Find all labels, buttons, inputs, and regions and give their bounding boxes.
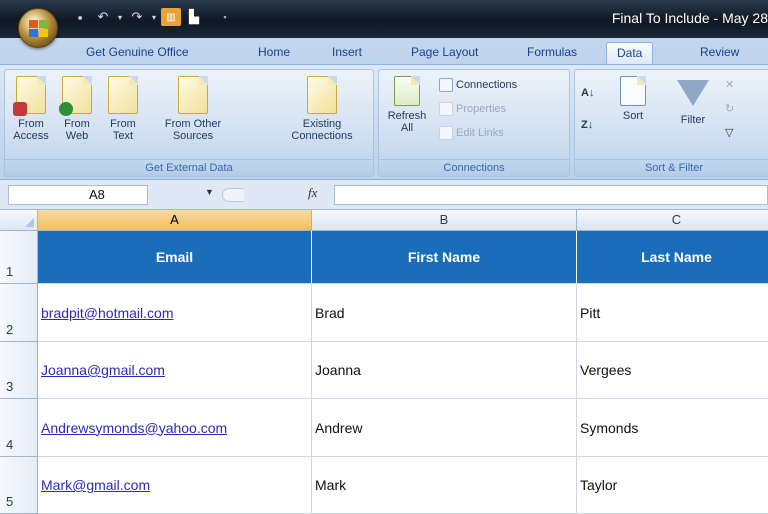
cell-email[interactable]: Mark@gmail.com xyxy=(38,457,312,514)
tab-insert[interactable]: Insert xyxy=(332,42,362,64)
formula-bar-resize-handle[interactable] xyxy=(222,188,244,202)
refresh-icon xyxy=(394,76,420,106)
from-web-icon xyxy=(59,76,92,116)
from-web-button[interactable]: From Web xyxy=(55,76,99,142)
table-row: 4 Andrewsymonds@yahoo.com Andrew Symonds xyxy=(0,399,768,457)
filter-button[interactable]: Filter xyxy=(671,76,715,126)
clear-filter-icon[interactable]: ✕ xyxy=(725,76,734,94)
column-header-b[interactable]: B xyxy=(312,210,577,230)
from-other-sources-button[interactable]: From Other Sources xyxy=(145,76,241,142)
row-header[interactable]: 3 xyxy=(0,342,38,399)
undo-dropdown-icon[interactable]: ▾ xyxy=(116,8,124,26)
ribbon: From Access From Web From Text From Othe… xyxy=(0,64,768,180)
from-text-button[interactable]: From Text xyxy=(101,76,145,142)
formula-input[interactable] xyxy=(334,185,768,205)
sort-z-to-a-icon[interactable]: Z↓ xyxy=(581,116,593,134)
connections-icon xyxy=(439,78,453,93)
properties-button[interactable]: Properties xyxy=(439,100,506,118)
row-header[interactable]: 5 xyxy=(0,457,38,514)
cell-last-name[interactable]: Symonds xyxy=(577,399,768,457)
cell-email[interactable]: Andrewsymonds@yahoo.com xyxy=(38,399,312,457)
select-all-corner[interactable] xyxy=(0,210,38,230)
tab-review[interactable]: Review xyxy=(700,42,739,64)
cell-email[interactable]: Joanna@gmail.com xyxy=(38,342,312,399)
group-label-connections: Connections xyxy=(379,159,569,176)
group-label-sort-filter: Sort & Filter xyxy=(575,159,768,176)
save-icon[interactable]: ▪ xyxy=(70,8,90,26)
table-row: 5 Mark@gmail.com Mark Taylor xyxy=(0,457,768,514)
cell-email[interactable]: bradpit@hotmail.com xyxy=(38,284,312,342)
cell-first-name[interactable]: Joanna xyxy=(312,342,577,399)
row-header[interactable]: 1 xyxy=(0,231,38,284)
quick-access-toolbar: ▪ ↶ ▾ ↷ ▾ ▥ ▙ ▪ xyxy=(70,6,231,28)
row-header[interactable]: 2 xyxy=(0,284,38,342)
redo-dropdown-icon[interactable]: ▾ xyxy=(150,8,158,26)
refresh-all-button[interactable]: Refresh All xyxy=(383,76,431,134)
ribbon-tabs: Get Genuine Office Home Insert Page Layo… xyxy=(0,38,768,64)
cell-last-name-header[interactable]: Last Name xyxy=(577,231,768,284)
title-bar: ▪ ↶ ▾ ↷ ▾ ▥ ▙ ▪ Final To Include - May 2… xyxy=(0,0,768,38)
cell-last-name[interactable]: Taylor xyxy=(577,457,768,514)
sort-icon xyxy=(620,76,646,106)
insert-function-button[interactable]: fx xyxy=(308,185,317,201)
column-header-c[interactable]: C xyxy=(577,210,768,230)
edit-links-icon xyxy=(439,126,453,141)
sort-button[interactable]: Sort xyxy=(611,76,655,122)
from-other-sources-icon xyxy=(178,76,208,114)
group-connections: Refresh All Connections Properties Edit … xyxy=(378,69,570,177)
name-box[interactable]: A8 xyxy=(8,185,148,205)
tab-data[interactable]: Data xyxy=(606,42,654,64)
cell-first-name-header[interactable]: First Name xyxy=(312,231,577,284)
cell-last-name[interactable]: Pitt xyxy=(577,284,768,342)
tab-page-layout[interactable]: Page Layout xyxy=(411,42,478,64)
document-icon[interactable]: ▙ xyxy=(184,8,204,26)
row-header[interactable]: 4 xyxy=(0,399,38,457)
chart-icon[interactable]: ▥ xyxy=(161,8,181,26)
name-box-dropdown-icon[interactable]: ▼ xyxy=(205,187,214,197)
group-get-external-data: From Access From Web From Text From Othe… xyxy=(4,69,374,177)
column-header-a[interactable]: A xyxy=(38,210,312,230)
cell-first-name[interactable]: Andrew xyxy=(312,399,577,457)
filter-funnel-icon xyxy=(677,80,709,106)
cell-first-name[interactable]: Mark xyxy=(312,457,577,514)
customize-toolbar-icon[interactable]: ▪ xyxy=(219,8,231,26)
properties-icon xyxy=(439,102,453,117)
table-row: 1 Email First Name Last Name xyxy=(0,231,768,284)
redo-icon[interactable]: ↷ xyxy=(127,8,147,26)
advanced-filter-icon[interactable]: ▽ xyxy=(725,124,733,142)
cell-email-header[interactable]: Email xyxy=(38,231,312,284)
tab-formulas[interactable]: Formulas xyxy=(527,42,577,64)
connections-button[interactable]: Connections xyxy=(439,76,517,94)
table-row: 3 Joanna@gmail.com Joanna Vergees xyxy=(0,342,768,399)
office-logo-icon xyxy=(29,20,49,38)
office-button[interactable] xyxy=(18,8,58,48)
from-access-button[interactable]: From Access xyxy=(7,76,55,142)
edit-links-button[interactable]: Edit Links xyxy=(439,124,504,142)
cell-first-name[interactable]: Brad xyxy=(312,284,577,342)
group-sort-filter: A↓ Z↓ Sort Filter ✕ ↻ ▽ Sort & Filter xyxy=(574,69,768,177)
tab-home[interactable]: Home xyxy=(258,42,290,64)
existing-connections-icon xyxy=(307,76,337,114)
group-label-get-external-data: Get External Data xyxy=(5,159,373,176)
column-headers: A B C xyxy=(0,210,768,231)
table-row: 2 bradpit@hotmail.com Brad Pitt xyxy=(0,284,768,342)
existing-connections-button[interactable]: Existing Connections xyxy=(277,76,367,142)
formula-bar: A8 ▼ fx xyxy=(0,180,768,210)
undo-icon[interactable]: ↶ xyxy=(93,8,113,26)
from-access-icon xyxy=(13,76,46,116)
tab-get-genuine-office[interactable]: Get Genuine Office xyxy=(86,42,189,64)
from-text-icon xyxy=(108,76,138,114)
cell-last-name[interactable]: Vergees xyxy=(577,342,768,399)
reapply-filter-icon[interactable]: ↻ xyxy=(725,100,734,118)
window-title: Final To Include - May 28 xyxy=(611,10,768,26)
sort-a-to-z-icon[interactable]: A↓ xyxy=(581,84,594,102)
